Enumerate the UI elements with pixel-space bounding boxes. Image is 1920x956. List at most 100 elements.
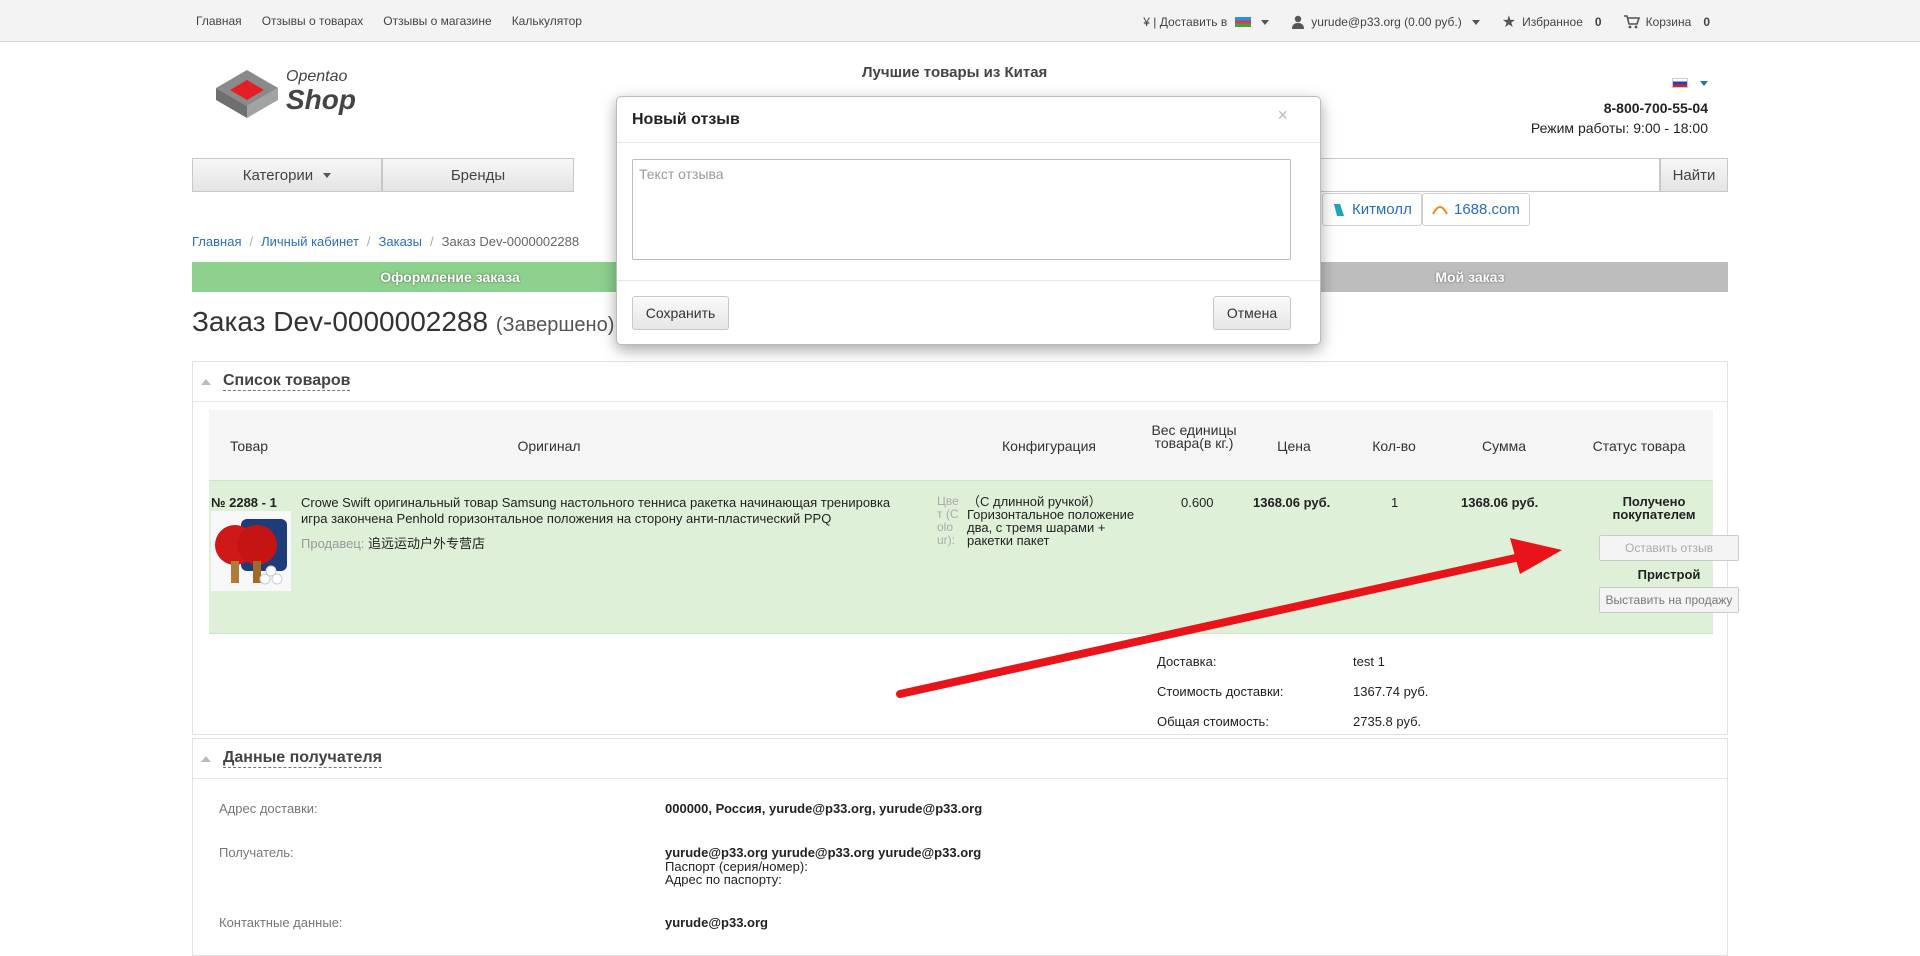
address-label: Адрес доставки: (219, 801, 318, 816)
ping-pong-paddle-icon (211, 511, 291, 591)
sell-item-button[interactable]: Выставить на продажу (1599, 587, 1739, 613)
azerbaijan-flag-icon (1235, 17, 1252, 27)
collapse-icon (201, 378, 211, 385)
categories-button[interactable]: Категории (192, 158, 382, 192)
top-link-calculator[interactable]: Калькулятор (512, 14, 582, 28)
modal-title: Новый отзыв (632, 111, 740, 128)
breadcrumb-home[interactable]: Главная (192, 234, 241, 249)
item-sum: 1368.06 руб. (1461, 495, 1539, 510)
top-link-product-reviews[interactable]: Отзывы о товарах (262, 14, 364, 28)
review-textarea[interactable]: Текст отзыва (632, 159, 1291, 260)
breadcrumb-orders[interactable]: Заказы (379, 234, 422, 249)
cart-label: Корзина (1645, 15, 1692, 29)
product-image[interactable] (211, 511, 291, 591)
delivery-cost-label: Стоимость доставки: (1157, 684, 1284, 699)
modal-header: Новый отзыв × (617, 97, 1320, 143)
top-link-home[interactable]: Главная (196, 14, 242, 28)
russia-flag-icon[interactable] (1672, 78, 1688, 88)
col-qty: Кол-во (1372, 438, 1416, 454)
logo-cube-icon (216, 70, 278, 118)
cart-icon (1623, 15, 1640, 29)
item-price: 1368.06 руб. (1253, 495, 1331, 510)
col-sum: Сумма (1482, 438, 1526, 454)
cancel-button[interactable]: Отмена (1213, 296, 1291, 330)
cart-link[interactable]: Корзина 0 (1623, 15, 1710, 29)
recipient-section-title: Данные получателя (223, 749, 382, 768)
search-button[interactable]: Найти (1660, 158, 1728, 192)
config-label: Цвет (Colour): (937, 494, 959, 547)
chevron-down-icon (323, 172, 332, 178)
chevron-down-icon (1471, 19, 1480, 25)
currency-delivery-dropdown[interactable]: ¥ | Доставить в (1143, 15, 1270, 29)
search-input[interactable] (1320, 158, 1660, 192)
chevron-down-icon[interactable] (1700, 81, 1708, 86)
shop-tag-label: Китмолл (1352, 201, 1412, 218)
top-bar: Главная Отзывы о товарах Отзывы о магази… (0, 0, 1920, 42)
products-section-title: Список товаров (223, 372, 351, 391)
products-panel: Список товаров Товар Оригинал Конфигурац… (192, 361, 1739, 735)
breadcrumb-separator: / (430, 234, 434, 249)
breadcrumb-separator: / (366, 234, 371, 249)
modal-footer (617, 280, 1320, 281)
top-nav: Главная Отзывы о товарах Отзывы о магази… (196, 14, 582, 28)
shop-tag-kitmall[interactable]: Китмолл (1322, 193, 1422, 226)
1688-icon (1432, 205, 1448, 214)
favorites-label: Избранное (1522, 15, 1583, 29)
col-config: Конфигурация (1002, 438, 1096, 454)
favorites-count: 0 (1594, 15, 1602, 29)
shop-tag-label: 1688.com (1454, 201, 1520, 218)
col-price: Цена (1277, 438, 1311, 454)
save-button[interactable]: Сохранить (632, 296, 729, 330)
recipient-panel: Данные получателя Адрес доставки: 000000… (192, 738, 1728, 956)
phone-number: 8-800-700-55-04 (1603, 100, 1708, 116)
catalog-nav: Категории Бренды (192, 158, 574, 192)
item-status: Получено покупателем (1612, 494, 1696, 522)
address-value: 000000, Россия, yurude@p33.org, yurude@p… (665, 801, 983, 816)
close-icon[interactable]: × (1277, 105, 1288, 126)
col-item: Товар (229, 438, 269, 454)
config-value: （С длинной ручкой）Горизонтальное положен… (967, 494, 1135, 548)
delivery-cost-value: 1367.74 руб. (1353, 684, 1429, 699)
recipient-panel-header[interactable]: Данные получателя (193, 739, 1727, 779)
item-number: № 2288 - 1 (211, 495, 277, 510)
user-menu[interactable]: yurude@p33.org (0.00 руб.) (1291, 15, 1480, 29)
products-table: Товар Оригинал Конфигурация Вес единицы … (209, 410, 1739, 729)
products-panel-header[interactable]: Список товаров (193, 362, 1727, 402)
seller-label: Продавец: (301, 536, 365, 551)
col-status: Статус товара (1592, 438, 1686, 454)
brands-button[interactable]: Бренды (382, 158, 574, 192)
col-original: Оригинал (517, 438, 581, 454)
recipient-value: yurude@p33.org yurude@p33.org yurude@p33… (665, 845, 982, 860)
leave-review-button[interactable]: Оставить отзыв (1599, 535, 1739, 561)
contact-value: yurude@p33.org (665, 915, 768, 930)
breadcrumb-current: Заказ Dev-0000002288 (441, 234, 580, 249)
kitmall-icon (1334, 203, 1344, 216)
total-cost-value: 2735.8 руб. (1353, 714, 1422, 729)
new-review-modal: Новый отзыв × Текст отзыва Сохранить Отм… (616, 96, 1321, 345)
top-right: ¥ | Доставить в yurude@p33.org (0.00 руб… (1143, 12, 1710, 32)
seller-name[interactable]: 追远运动户外专营店 (368, 536, 485, 551)
breadcrumb-separator: / (249, 234, 254, 249)
order-number: Заказ Dev-0000002288 (192, 306, 489, 337)
table-row: № 2288 - 1 Crowe Swift оригинальный това… (209, 480, 1739, 634)
table-header: Товар Оригинал Конфигурация Вес единицы … (209, 410, 1713, 480)
site-logo[interactable]: Opentao Shop (212, 66, 362, 122)
shop-tag-1688[interactable]: 1688.com (1422, 193, 1530, 226)
favorites-link[interactable]: ★ Избранное 0 (1502, 12, 1602, 32)
categories-label: Категории (242, 166, 314, 184)
page-title: Заказ Dev-0000002288 (Завершено) (192, 306, 614, 338)
cart-count: 0 (1703, 15, 1710, 29)
logo-brand-big: Shop (286, 84, 356, 115)
sub-status: Пристрой (1637, 567, 1701, 582)
breadcrumb-account[interactable]: Личный кабинет (261, 234, 359, 249)
top-link-shop-reviews[interactable]: Отзывы о магазине (383, 14, 491, 28)
delivery-label: Доставка: (1157, 654, 1217, 669)
user-icon (1292, 15, 1305, 29)
item-qty: 1 (1391, 495, 1399, 510)
order-status: (Завершено) (495, 314, 615, 336)
product-title[interactable]: Crowe Swift оригинальный товар Samsung н… (301, 495, 901, 527)
breadcrumb: Главная / Личный кабинет / Заказы / Зака… (192, 234, 579, 249)
recipient-label: Получатель: (219, 845, 294, 860)
contact-label: Контактные данные: (219, 915, 343, 930)
seller-info: Продавец: 追远运动户外专营店 (301, 533, 485, 552)
